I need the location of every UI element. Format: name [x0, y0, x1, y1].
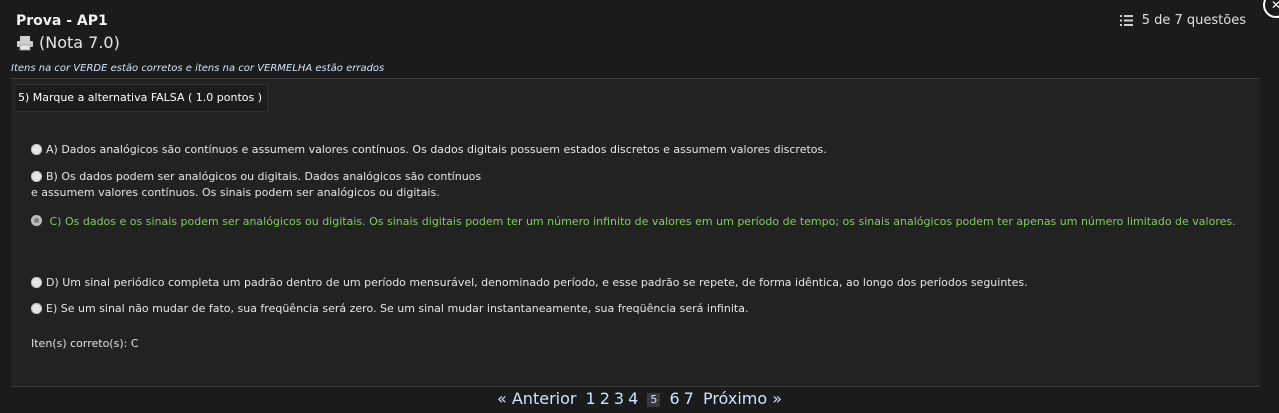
- question-count-label: 5 de 7 questões: [1141, 13, 1246, 28]
- grade-label: (Nota 7.0): [39, 33, 120, 52]
- page-link[interactable]: 1: [586, 389, 596, 408]
- radio-button[interactable]: [31, 171, 42, 182]
- page-link[interactable]: 3: [614, 389, 624, 408]
- correct-items-label: Iten(s) correto(s): C: [31, 337, 139, 350]
- option-e-text: E) Se um sinal não mudar de fato, sua fr…: [46, 302, 749, 315]
- question-counter: 5 de 7 questões: [1119, 13, 1246, 28]
- prev-link[interactable]: « Anterior: [497, 389, 576, 408]
- page-link[interactable]: 6: [669, 389, 679, 408]
- option-a[interactable]: A) Dados analógicos são contínuos e assu…: [31, 142, 827, 158]
- radio-button[interactable]: [31, 303, 42, 314]
- option-d[interactable]: D) Um sinal periódico completa um padrão…: [31, 275, 1028, 291]
- exam-title: Prova - AP1: [16, 13, 108, 29]
- next-link[interactable]: Próximo »: [703, 389, 782, 408]
- option-c-text: C) Os dados e os sinais podem ser analóg…: [49, 215, 1236, 228]
- question-panel: 5) Marque a alternativa FALSA ( 1.0 pont…: [11, 78, 1260, 387]
- option-b-text-line1: B) Os dados podem ser analógicos ou digi…: [46, 170, 482, 183]
- radio-button[interactable]: [31, 215, 42, 226]
- page-link[interactable]: 4: [628, 389, 638, 408]
- current-page: 5: [647, 392, 661, 407]
- pagination: « Anterior 1234 5 67 Próximo »: [0, 389, 1279, 408]
- option-a-text: A) Dados analógicos são contínuos e assu…: [46, 143, 827, 156]
- radio-button[interactable]: [31, 144, 42, 155]
- option-e[interactable]: E) Se um sinal não mudar de fato, sua fr…: [31, 301, 748, 317]
- option-b-text-line2: e assumem valores contínuos. Os sinais p…: [31, 186, 440, 199]
- question-prompt: 5) Marque a alternativa FALSA ( 1.0 pont…: [14, 84, 269, 112]
- option-c[interactable]: C) Os dados e os sinais podem ser analóg…: [31, 213, 1241, 230]
- close-icon[interactable]: ✕: [1263, 0, 1279, 18]
- printer-icon[interactable]: [16, 35, 34, 51]
- page-link[interactable]: 7: [684, 389, 694, 408]
- page-link[interactable]: 2: [600, 389, 610, 408]
- radio-button[interactable]: [31, 277, 42, 288]
- option-b[interactable]: B) Os dados podem ser analógicos ou digi…: [31, 169, 551, 201]
- list-icon: [1119, 15, 1133, 26]
- grade-row: (Nota 7.0): [16, 33, 120, 52]
- color-legend: Itens na cor VERDE estão corretos e iten…: [11, 63, 385, 74]
- option-d-text: D) Um sinal periódico completa um padrão…: [46, 276, 1028, 289]
